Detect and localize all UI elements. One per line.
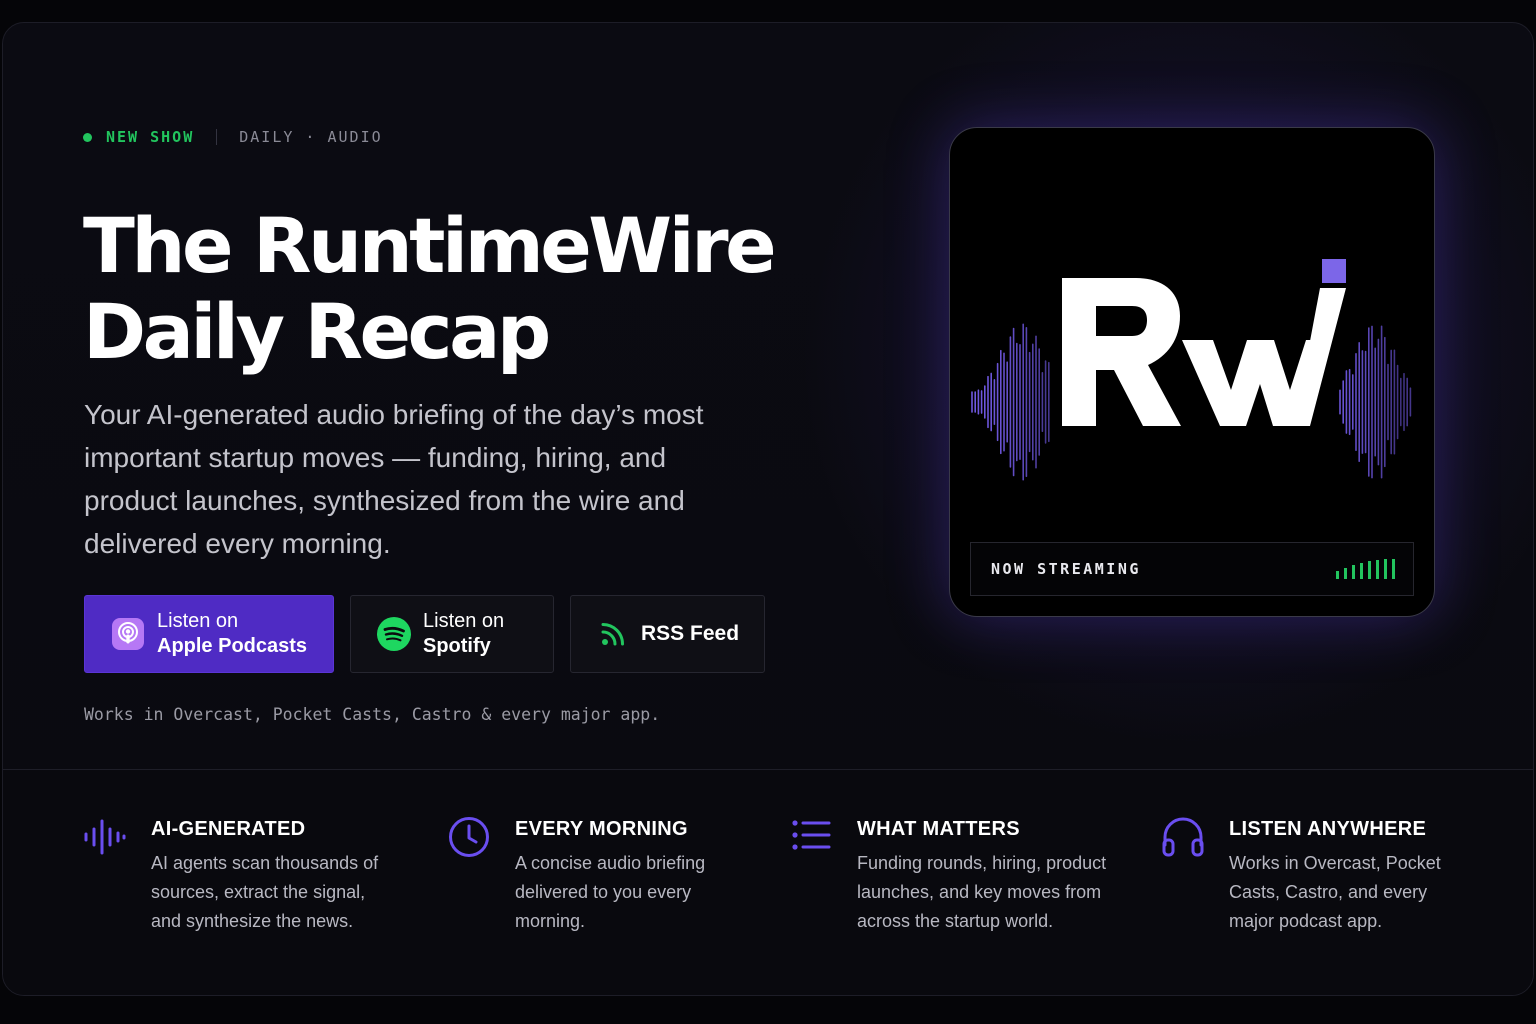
spotify-button-line1: Listen on bbox=[423, 610, 505, 632]
apple-podcasts-icon bbox=[111, 617, 145, 651]
waveform-icon bbox=[84, 819, 126, 855]
page-title: The RuntimeWire Daily Recap bbox=[83, 203, 803, 375]
streaming-status: NOW STREAMING bbox=[991, 560, 1141, 578]
waveform-graphic bbox=[971, 259, 1412, 481]
rw-logo bbox=[1062, 278, 1346, 426]
clock-icon bbox=[449, 817, 489, 857]
feature-title: LISTEN ANYWHERE bbox=[1229, 818, 1427, 840]
rss-button-label: RSS Feed bbox=[641, 622, 740, 645]
spotify-button[interactable]: Listen on Spotify bbox=[350, 595, 554, 673]
spotify-icon bbox=[377, 617, 411, 651]
logo-accent-square bbox=[1322, 259, 1346, 283]
title-line-2: Daily Recap bbox=[83, 287, 551, 376]
level-meter-icon bbox=[1336, 559, 1395, 579]
spotify-button-line2: Spotify bbox=[423, 635, 491, 657]
list-icon bbox=[792, 820, 831, 850]
show-description: Your AI-generated audio briefing of the … bbox=[84, 399, 704, 559]
rss-icon bbox=[599, 617, 627, 651]
new-show-badge: NEW SHOW bbox=[106, 128, 195, 146]
listen-buttons: Listen on Apple Podcasts Listen on Spoti… bbox=[84, 595, 765, 673]
rss-feed-button[interactable]: RSS Feed bbox=[570, 595, 765, 673]
apple-podcasts-button[interactable]: Listen on Apple Podcasts bbox=[84, 595, 334, 673]
apple-button-line1: Listen on bbox=[157, 610, 239, 632]
eyebrow: NEW SHOW DAILY · AUDIO bbox=[83, 127, 383, 147]
headphones-icon bbox=[1162, 817, 1204, 857]
feature-title: WHAT MATTERS bbox=[857, 818, 1020, 840]
compatibility-note: Works in Overcast, Pocket Casts, Castro … bbox=[84, 705, 661, 724]
podcast-landing-card: NEW SHOW DAILY · AUDIO The RuntimeWire D… bbox=[2, 22, 1534, 996]
show-meta: DAILY · AUDIO bbox=[239, 128, 383, 146]
title-line-1: The RuntimeWire bbox=[83, 201, 777, 290]
eyebrow-divider bbox=[216, 129, 218, 145]
feature-title: AI-GENERATED bbox=[151, 818, 306, 840]
feature-description: Works in Overcast, Pocket Casts, Castro,… bbox=[1229, 853, 1441, 931]
feature-description: Funding rounds, hiring, product launches… bbox=[857, 853, 1107, 931]
now-streaming-bar: NOW STREAMING bbox=[970, 542, 1414, 596]
feature-title: EVERY MORNING bbox=[515, 818, 688, 840]
podcast-artwork: NOW STREAMING bbox=[949, 127, 1435, 617]
live-dot-icon bbox=[83, 132, 92, 142]
feature-description: A concise audio briefing delivered to yo… bbox=[515, 853, 706, 931]
feature-description: AI agents scan thousands of sources, ext… bbox=[151, 853, 379, 931]
apple-button-line2: Apple Podcasts bbox=[157, 635, 308, 657]
